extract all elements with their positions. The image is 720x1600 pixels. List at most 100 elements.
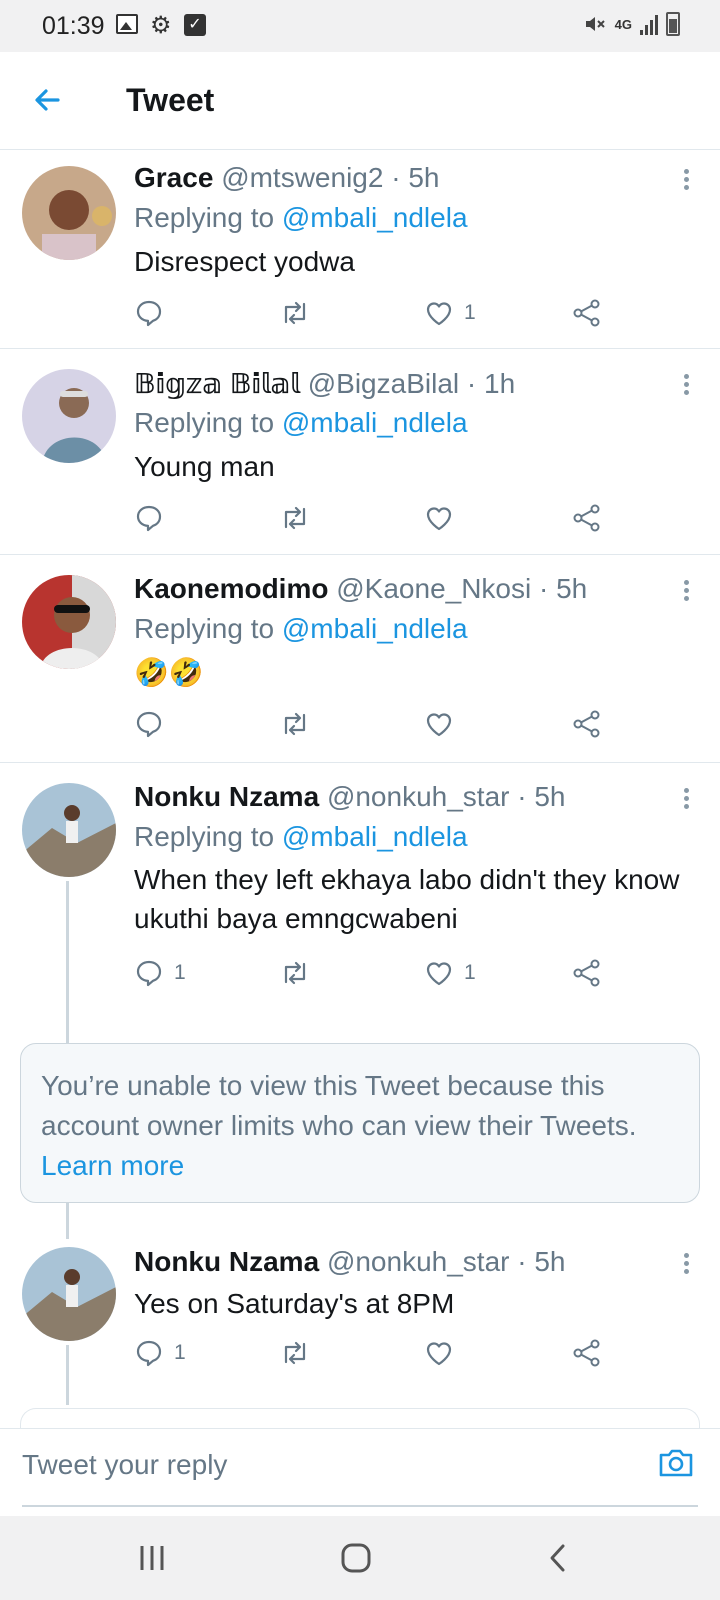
tweet[interactable]: Grace @mtswenig2 · 5h Replying to @mbali… (0, 150, 720, 349)
like-button[interactable] (424, 707, 464, 741)
avatar[interactable] (22, 783, 116, 877)
page-title: Tweet (126, 82, 215, 118)
home-icon (341, 1543, 371, 1573)
display-name[interactable]: Nonku Nzama (134, 1246, 319, 1277)
camera-button[interactable] (656, 1443, 696, 1483)
reply-underline (22, 1505, 698, 1507)
display-name[interactable]: 𝔹𝕚𝕘𝕫𝕒 𝔹𝕚𝕝𝕒𝕝 (134, 368, 300, 399)
avatar[interactable] (22, 369, 116, 463)
handle-time: @mtswenig2 · 5h (221, 162, 440, 193)
tweet-header: Kaonemodimo @Kaone_Nkosi · 5h (134, 573, 587, 605)
tweet-actions: 1 (134, 1336, 614, 1370)
reply-button[interactable]: 1 (134, 1336, 186, 1370)
tweet-text: Yes on Saturday's at 8PM (134, 1288, 455, 1319)
nav-back-button[interactable] (538, 1538, 578, 1578)
share-icon (573, 299, 600, 327)
share-icon (573, 710, 600, 738)
handle-time: @nonkuh_star · 5h (326, 781, 566, 812)
reply-icon (136, 960, 162, 987)
handle-time: @Kaone_Nkosi · 5h (336, 573, 588, 604)
camera-icon (659, 1449, 693, 1477)
more-options-button[interactable] (676, 1250, 696, 1280)
tweet[interactable]: Kaonemodimo @Kaone_Nkosi · 5h Replying t… (0, 555, 720, 763)
replying-to: Replying to @mbali_ndlela (134, 202, 468, 234)
back-arrow-icon (35, 89, 60, 111)
unavailable-message: You’re unable to view this Tweet because… (41, 1066, 681, 1186)
heart-icon (426, 302, 452, 326)
more-options-button[interactable] (676, 785, 696, 815)
recents-button[interactable] (132, 1538, 172, 1578)
retweet-icon (284, 1341, 306, 1365)
share-icon (573, 1339, 600, 1367)
display-name[interactable]: Nonku Nzama (134, 781, 319, 812)
reply-input[interactable] (22, 1445, 562, 1485)
avatar-image (22, 166, 116, 260)
tweet-text: When they left ekhaya labo didn't they k… (134, 864, 680, 934)
avatar[interactable] (22, 575, 116, 669)
learn-more-link[interactable]: Learn more (41, 1150, 184, 1181)
reply-button[interactable] (134, 296, 174, 330)
image-icon (116, 14, 138, 34)
tweet-text: 🤣🤣 (134, 657, 204, 688)
share-icon (573, 504, 600, 532)
share-button[interactable] (572, 1336, 602, 1370)
retweet-button[interactable] (278, 501, 312, 535)
reply-button[interactable] (134, 707, 174, 741)
mention-link[interactable]: @mbali_ndlela (282, 821, 468, 852)
display-name[interactable]: Kaonemodimo (134, 573, 328, 604)
more-options-button[interactable] (676, 577, 696, 607)
heart-icon (426, 507, 452, 531)
retweet-button[interactable] (278, 707, 312, 741)
like-button[interactable]: 1 (424, 956, 476, 990)
more-options-button[interactable] (676, 371, 696, 401)
replying-prefix: Replying to (134, 407, 282, 438)
retweet-button[interactable] (278, 956, 312, 990)
reply-icon (136, 711, 162, 738)
share-button[interactable] (572, 956, 602, 990)
retweet-icon (284, 712, 306, 736)
unavailable-tweet-card: You’re unable to view this Tweet because… (20, 1043, 700, 1203)
battery-icon (666, 12, 680, 36)
avatar[interactable] (22, 1247, 116, 1341)
back-icon (550, 1544, 565, 1572)
tweet-header: Nonku Nzama @nonkuh_star · 5h (134, 781, 566, 813)
like-button[interactable] (424, 1336, 464, 1370)
replying-to: Replying to @mbali_ndlela (134, 821, 468, 853)
avatar[interactable] (22, 166, 116, 260)
mention-link[interactable]: @mbali_ndlela (282, 613, 468, 644)
tweet[interactable]: 𝔹𝕚𝕘𝕫𝕒 𝔹𝕚𝕝𝕒𝕝 @BigzaBilal · 1h Replying to… (0, 349, 720, 555)
tweet-header: Nonku Nzama @nonkuh_star · 5h (134, 1246, 566, 1278)
display-name[interactable]: Grace (134, 162, 213, 193)
reply-button[interactable] (134, 501, 174, 535)
back-button[interactable] (28, 80, 68, 120)
like-button[interactable]: 1 (424, 296, 476, 330)
mention-link[interactable]: @mbali_ndlela (282, 202, 468, 233)
reply-count: 1 (174, 1341, 186, 1364)
share-button[interactable] (572, 501, 602, 535)
like-button[interactable] (424, 501, 464, 535)
retweet-button[interactable] (278, 1336, 312, 1370)
tweet-text: Young man (134, 451, 275, 482)
handle-time: @BigzaBilal · 1h (307, 368, 516, 399)
tweet[interactable]: Nonku Nzama @nonkuh_star · 5h Yes on Sat… (0, 1230, 720, 1410)
status-right-icons: 4G (583, 12, 680, 36)
thread-connector (66, 1345, 69, 1405)
network-type: 4G (614, 16, 632, 32)
mention-link[interactable]: @mbali_ndlela (282, 407, 468, 438)
system-nav-bar (0, 1516, 720, 1600)
share-button[interactable] (572, 296, 602, 330)
more-options-button[interactable] (676, 166, 696, 196)
share-button[interactable] (572, 707, 602, 741)
reply-icon (136, 1340, 162, 1367)
avatar-image (22, 1247, 116, 1341)
like-count: 1 (464, 961, 476, 984)
reply-button[interactable]: 1 (134, 956, 186, 990)
heart-icon (426, 1342, 452, 1366)
reply-count: 1 (174, 961, 186, 984)
signal-icon (640, 13, 658, 35)
replying-prefix: Replying to (134, 821, 282, 852)
home-button[interactable] (336, 1538, 376, 1578)
retweet-button[interactable] (278, 296, 312, 330)
tweet-actions (134, 501, 614, 535)
retweet-icon (284, 961, 306, 985)
